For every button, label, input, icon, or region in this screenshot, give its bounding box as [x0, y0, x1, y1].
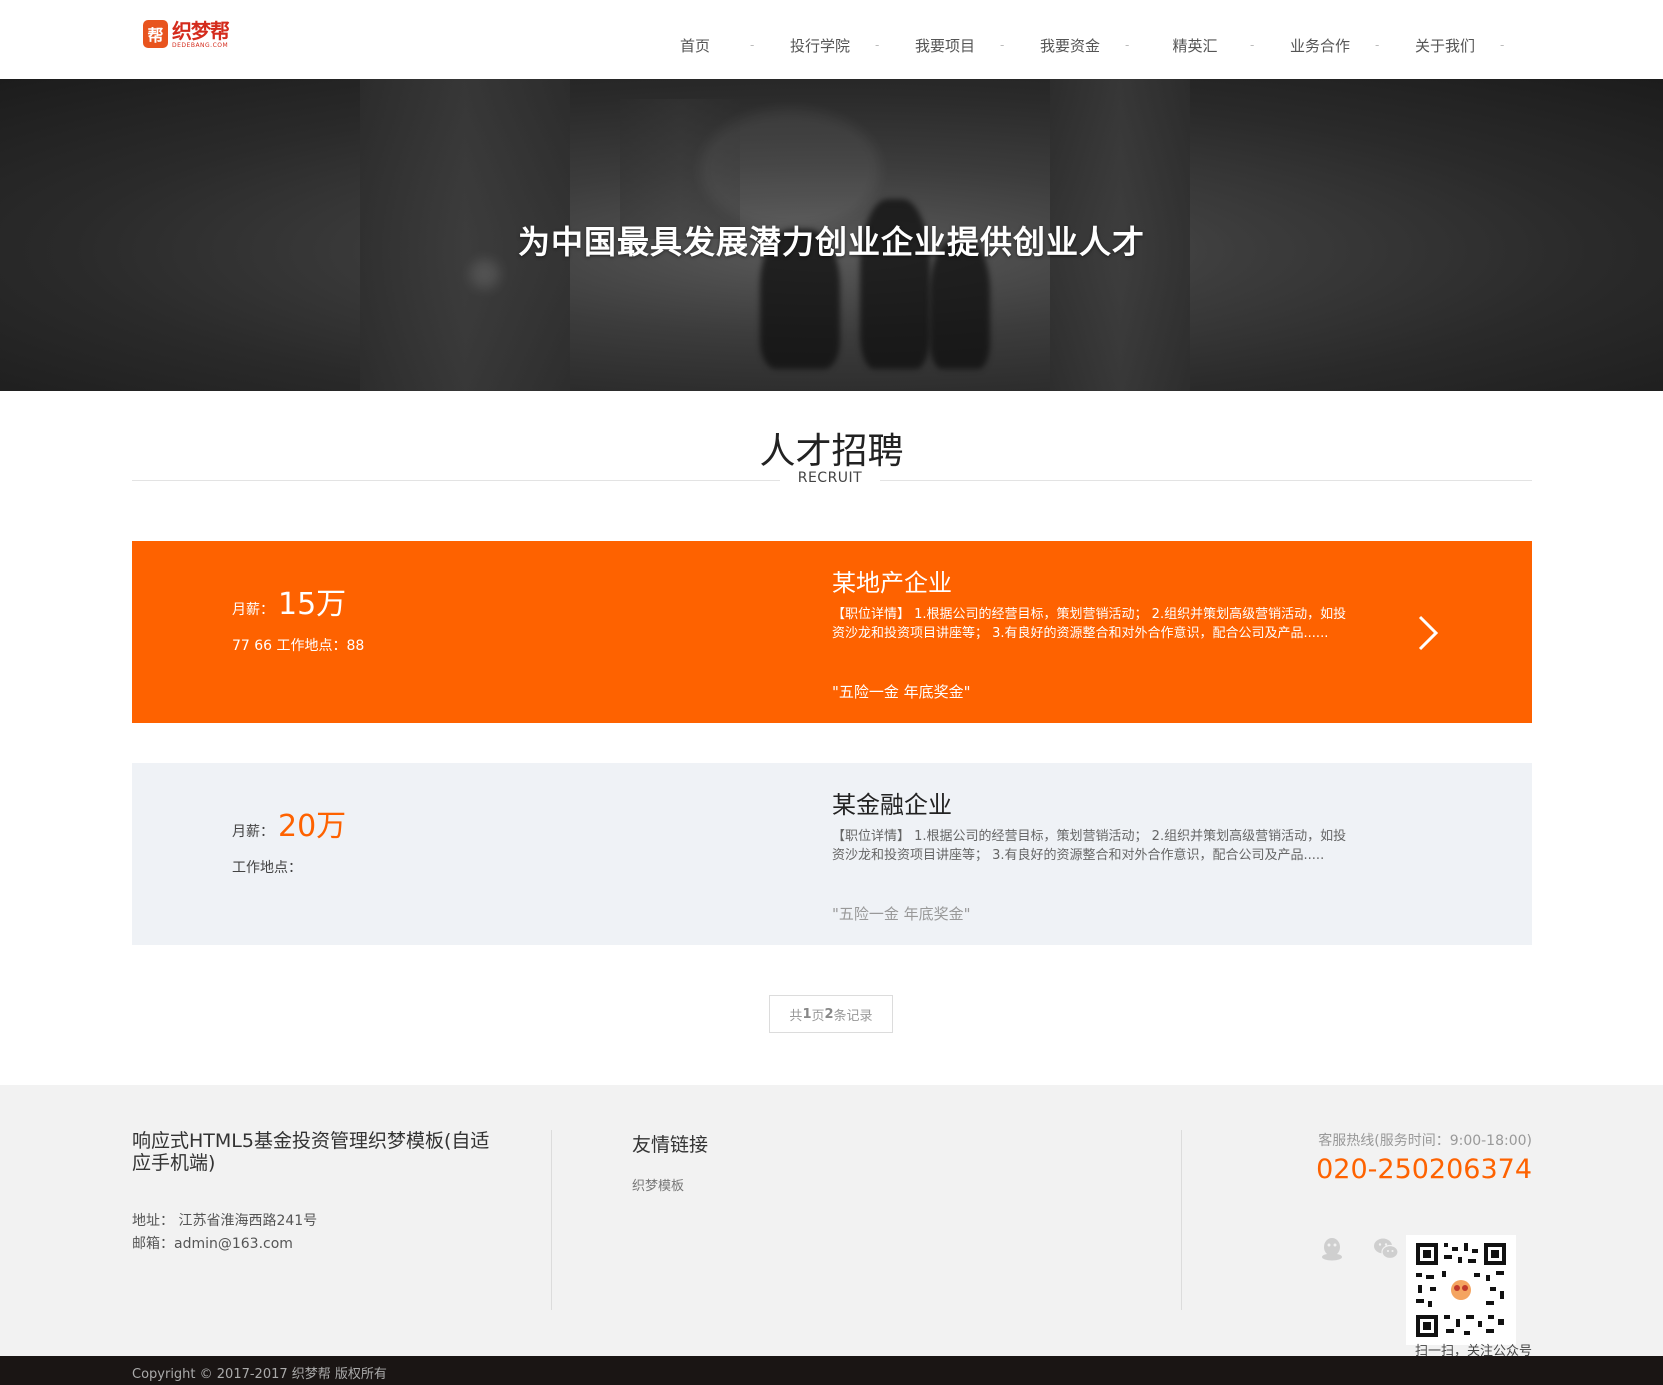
qr-code-image	[1406, 1235, 1516, 1345]
job-card[interactable]: 月薪： 20万 工作地点： 某金融企业 【职位详情】 1.根据公司的经营目标，策…	[132, 763, 1532, 945]
job-description: 【职位详情】 1.根据公司的经营目标，策划营销活动； 2.组织并策划高级营销活动…	[832, 829, 1347, 863]
job-salary: 月薪： 15万	[232, 579, 346, 623]
footer-divider	[1181, 1130, 1182, 1310]
banner-light	[700, 109, 880, 229]
job-company: 某地产企业	[832, 569, 952, 597]
footer-site-name: 响应式HTML5基金投资管理织梦模板(自适应手机端)	[132, 1130, 490, 1174]
page-count: 1	[802, 1006, 812, 1022]
job-benefit: "五险一金 年底奖金"	[832, 905, 971, 923]
footer-links-title: 友情链接	[632, 1134, 709, 1156]
section-title: 人才招聘	[759, 431, 904, 472]
banner-title: 为中国最具发展潜力创业企业提供创业人才	[517, 223, 1145, 261]
footer-address: 地址： 江苏省淮海西路241号	[132, 1213, 318, 1229]
logo-name: 织梦帮	[172, 18, 230, 43]
social-icons	[1318, 1235, 1400, 1263]
salary-value: 20万	[278, 809, 347, 844]
hotline-number: 020-250206374	[1316, 1154, 1532, 1185]
nav-item-funding[interactable]: 我要资金 -	[1015, 31, 1140, 59]
footer-email: 邮箱：admin@163.com	[132, 1236, 293, 1252]
site-header: 帮 织梦帮 DEDEBANG.COM 首页 - 投行学院 - 我要项目 - 我要资金 -…	[0, 0, 1663, 79]
qq-icon[interactable]	[1318, 1235, 1346, 1263]
job-location: 77 66 工作地点：88	[232, 638, 365, 654]
nav-item-home[interactable]: 首页 -	[640, 31, 765, 59]
pagination-info: 共 1 页 2 条记录	[769, 995, 893, 1033]
nav-item-about[interactable]: 关于我们 -	[1390, 31, 1515, 59]
salary-value: 15万	[278, 587, 347, 622]
main-nav: 首页 - 投行学院 - 我要项目 - 我要资金 - 精英汇 - 业务合作 - 关于我们 -	[640, 31, 1515, 59]
copyright-text: Copyright © 2017-2017 织梦帮 版权所有	[132, 1367, 387, 1382]
nav-item-cooperation[interactable]: 业务合作 -	[1265, 31, 1390, 59]
copyright-bar: Copyright © 2017-2017 织梦帮 版权所有	[0, 1356, 1663, 1385]
footer-service: 客服热线(服务时间：9:00-18:00) 020-250206374 扫一扫，…	[1200, 1130, 1532, 1359]
job-card[interactable]: 月薪： 15万 77 66 工作地点：88 某地产企业 【职位详情】 1.根据公…	[132, 541, 1532, 723]
chevron-right-icon[interactable]	[1408, 611, 1448, 655]
job-location: 工作地点：	[232, 860, 302, 876]
job-description: 【职位详情】 1.根据公司的经营目标，策划营销活动； 2.组织并策划高级营销活动…	[832, 607, 1347, 641]
logo-icon: 帮	[143, 20, 168, 48]
banner-light	[470, 259, 500, 289]
footer-links: 友情链接 织梦模板	[632, 1130, 708, 1194]
hotline-label: 客服热线(服务时间：9:00-18:00)	[1318, 1133, 1532, 1149]
wechat-icon[interactable]	[1372, 1235, 1400, 1263]
job-company: 某金融企业	[832, 791, 952, 819]
nav-item-projects[interactable]: 我要项目 -	[890, 31, 1015, 59]
footer-contact: 响应式HTML5基金投资管理织梦模板(自适应手机端) 地址： 江苏省淮海西路24…	[132, 1130, 492, 1253]
nav-item-elite[interactable]: 精英汇 -	[1140, 31, 1265, 59]
nav-item-academy[interactable]: 投行学院 -	[765, 31, 890, 59]
footer-link[interactable]: 织梦模板	[632, 1175, 708, 1194]
logo-subtext: DEDEBANG.COM	[172, 41, 229, 49]
site-logo[interactable]: 帮 织梦帮 DEDEBANG.COM	[143, 17, 239, 51]
job-benefit: "五险一金 年底奖金"	[832, 683, 971, 701]
footer-divider	[551, 1130, 552, 1310]
section-subtitle: RECRUIT	[780, 470, 880, 486]
hero-banner: 为中国最具发展潜力创业企业提供创业人才	[0, 79, 1663, 391]
job-salary: 月薪： 20万	[232, 801, 346, 845]
site-footer: 响应式HTML5基金投资管理织梦模板(自适应手机端) 地址： 江苏省淮海西路24…	[0, 1085, 1663, 1359]
record-count: 2	[824, 1006, 834, 1022]
